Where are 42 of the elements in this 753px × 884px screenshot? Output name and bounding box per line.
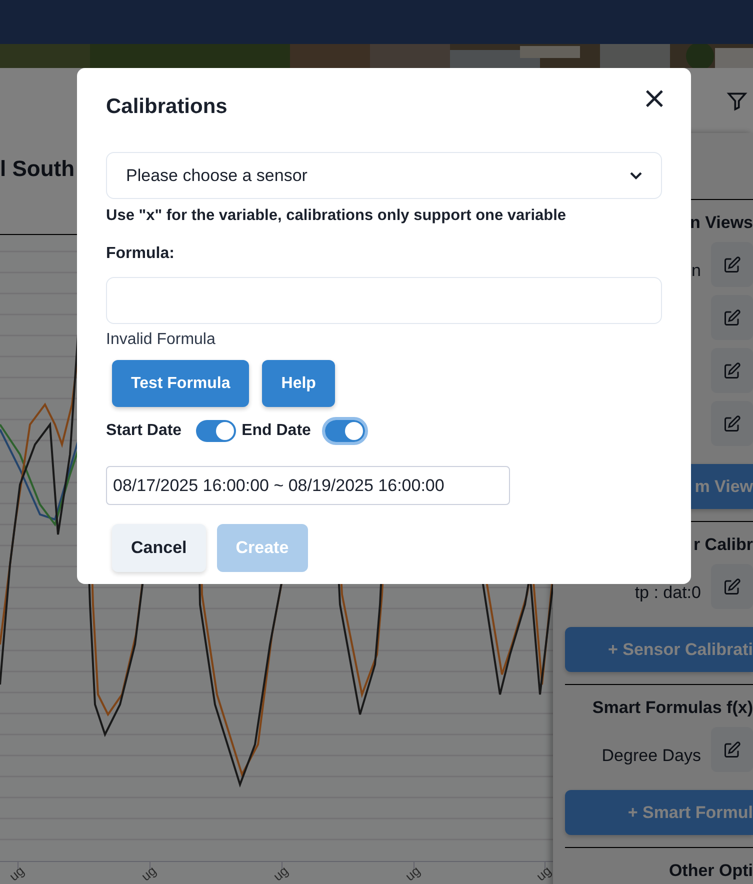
edit-button[interactable] xyxy=(711,242,753,287)
dialog-title: Calibrations xyxy=(106,94,228,120)
item-label: tp : dat:0 xyxy=(634,582,701,602)
edit-icon xyxy=(723,256,741,274)
item-label: Degree Days xyxy=(602,746,701,766)
date-range-field[interactable]: 08/17/2025 16:00:00 ~ 08/19/2025 16:00:00 xyxy=(106,466,510,505)
toggle-label: Start Date xyxy=(106,422,182,440)
axis-tick-label: ug xyxy=(533,863,553,884)
axis-tick-label: ug xyxy=(402,863,423,884)
formula-input-field[interactable] xyxy=(106,277,662,324)
edit-icon xyxy=(723,362,741,380)
edit-button[interactable] xyxy=(711,727,753,772)
toggle-switch[interactable] xyxy=(196,420,236,442)
action-button[interactable]: Help xyxy=(262,360,335,407)
status-text: Invalid Formula xyxy=(106,330,216,350)
edit-button[interactable] xyxy=(711,295,753,340)
section-heading: r Calibr xyxy=(692,534,753,556)
edit-button[interactable] xyxy=(711,401,753,446)
axis-tick-label: ug xyxy=(270,863,291,884)
chevron-down-icon xyxy=(629,170,643,180)
close-button[interactable]: × xyxy=(640,84,669,114)
axis-tick-label: ug xyxy=(6,863,27,884)
hint-text: Use "x" for the variable, calibrations only support one variable xyxy=(106,206,568,226)
edit-icon xyxy=(723,414,741,432)
field-label: Formula: xyxy=(106,244,176,264)
edit-button[interactable] xyxy=(711,564,753,609)
section-heading: Other Opti xyxy=(668,860,753,882)
item-label: n xyxy=(692,260,701,280)
sensor-select[interactable]: Please choose a sensor xyxy=(106,152,662,199)
page-heading: l South xyxy=(0,156,75,182)
section-heading: n Views xyxy=(689,212,753,234)
action-button[interactable]: Test Formula xyxy=(112,360,250,407)
cancel-button[interactable]: Cancel xyxy=(112,524,206,572)
edit-icon xyxy=(723,740,741,758)
edit-button[interactable] xyxy=(711,348,753,393)
add-button[interactable]: + Sensor Calibrati xyxy=(565,627,753,672)
toggle-label: End Date xyxy=(242,422,311,440)
axis-tick-label: ug xyxy=(138,863,159,884)
add-button[interactable]: + Smart Formul xyxy=(565,790,753,835)
edit-icon xyxy=(723,578,741,596)
section-heading: Smart Formulas f(x) xyxy=(591,697,753,719)
edit-icon xyxy=(723,308,741,326)
